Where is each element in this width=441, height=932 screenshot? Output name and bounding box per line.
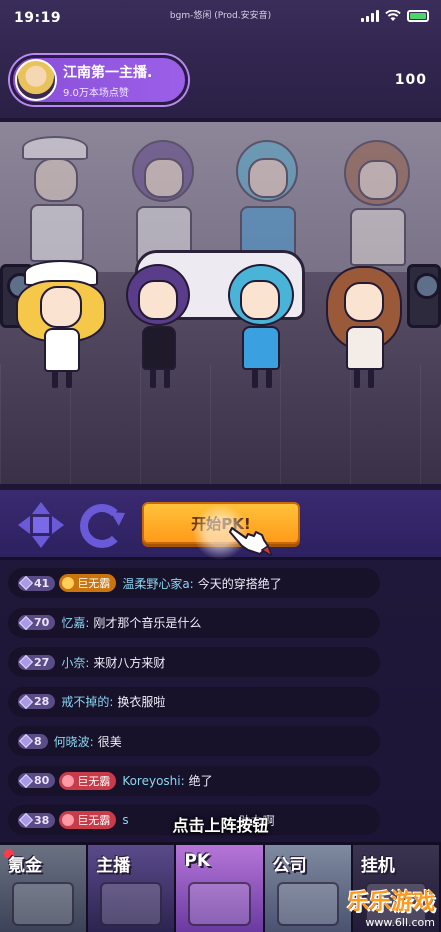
chat-text: 很美	[97, 734, 122, 749]
gear-machine-icon	[12, 882, 75, 926]
level-badge: 27	[18, 654, 56, 670]
refresh-rotate-icon[interactable]	[80, 504, 124, 548]
chat-username[interactable]: 小奈:	[61, 654, 89, 671]
chat-message: 27 小奈: 来财八方来财	[8, 647, 380, 677]
pk-character-icon	[188, 882, 251, 926]
gem-icon	[18, 654, 34, 670]
building-icon	[276, 882, 339, 926]
chat-text: 刚才那个音乐是什么	[93, 616, 202, 630]
gem-icon	[18, 733, 34, 749]
fan-badge: 巨无霸	[59, 574, 117, 592]
chat-username[interactable]: 温柔野心家a:	[122, 575, 193, 592]
streamer-likes: 9.0万本场点赞	[63, 87, 129, 99]
gem-icon	[18, 773, 34, 788]
stage	[0, 118, 441, 490]
tab-krypton[interactable]: 氪金	[0, 845, 89, 932]
tab-pk[interactable]: PK	[176, 845, 265, 932]
chat-message: 28 戒不掉的: 换衣服啦	[8, 686, 380, 717]
chat-message: 80 巨无霸 Koreyoshi: 绝了	[8, 765, 380, 796]
chat-message: 70 忆嘉: 刚才那个音乐是什么	[8, 607, 380, 638]
chat-text: 换衣服啦	[117, 695, 166, 709]
right-speaker	[407, 264, 441, 328]
chat-text: 今天的穿搭绝了	[197, 576, 282, 591]
move-dpad-icon[interactable]	[18, 502, 64, 548]
tab-label: 氪金	[8, 856, 42, 876]
tab-label: PK	[184, 851, 211, 871]
chat-username[interactable]: 忆嘉:	[61, 614, 89, 631]
signal-icon	[361, 10, 379, 22]
chat-username[interactable]: 何晓波:	[54, 733, 94, 750]
microphone-icon	[100, 882, 163, 926]
status-bar: 19:19 bgm-悠闲 (Prod.安安音)	[0, 0, 441, 36]
battery-icon	[407, 10, 429, 22]
site-watermark: 乐乐游戏 www.6ll.com	[347, 884, 435, 929]
gem-icon	[18, 615, 34, 630]
gem-icon	[18, 694, 34, 709]
status-icons	[361, 10, 429, 22]
tab-label: 主播	[96, 856, 131, 876]
tab-streamer[interactable]: 主播	[88, 845, 177, 932]
level-badge: 28	[18, 694, 56, 709]
chat-message: 41 巨无霸 温柔野心家a: 今天的穿搭绝了	[8, 568, 380, 598]
level-badge: 80	[18, 773, 56, 788]
chat-message: 8 何晓波: 很美	[8, 726, 380, 756]
chat-feed: 41 巨无霸 温柔野心家a: 今天的穿搭绝了 70 忆嘉: 刚才那个音乐是什么 …	[8, 568, 380, 845]
pointing-hand-icon	[229, 527, 272, 556]
tab-label: 公司	[272, 856, 307, 876]
chat-text: 来财八方来财	[93, 655, 166, 670]
heart-icon	[62, 577, 75, 589]
gem-icon	[18, 575, 34, 591]
game-screen: 19:19 bgm-悠闲 (Prod.安安音) 江南第一主播. 9.0万本场点赞…	[0, 0, 441, 932]
heart-icon	[62, 774, 75, 787]
chat-username[interactable]: Koreyoshi:	[122, 774, 184, 788]
tab-company[interactable]: 公司	[264, 845, 353, 932]
chat-text: 绝了	[188, 774, 213, 788]
level-badge: 70	[18, 615, 56, 630]
wifi-icon	[385, 10, 401, 21]
tutorial-hint: 点击上阵按钮	[172, 816, 269, 835]
level-badge: 8	[18, 733, 48, 749]
watermark-url: www.6ll.com	[365, 916, 435, 929]
viewer-counter: 100	[394, 72, 427, 88]
fan-badge: 巨无霸	[59, 771, 117, 790]
chat-username[interactable]: 戒不掉的:	[61, 693, 113, 710]
streamer-name: 江南第一主播.	[63, 64, 153, 81]
level-badge: 41	[18, 575, 56, 591]
streamer-avatar[interactable]	[15, 59, 57, 101]
watermark-title: 乐乐游戏	[346, 890, 435, 915]
streamer-badge[interactable]: 江南第一主播. 9.0万本场点赞	[10, 55, 188, 105]
tab-label: 挂机	[360, 856, 395, 876]
